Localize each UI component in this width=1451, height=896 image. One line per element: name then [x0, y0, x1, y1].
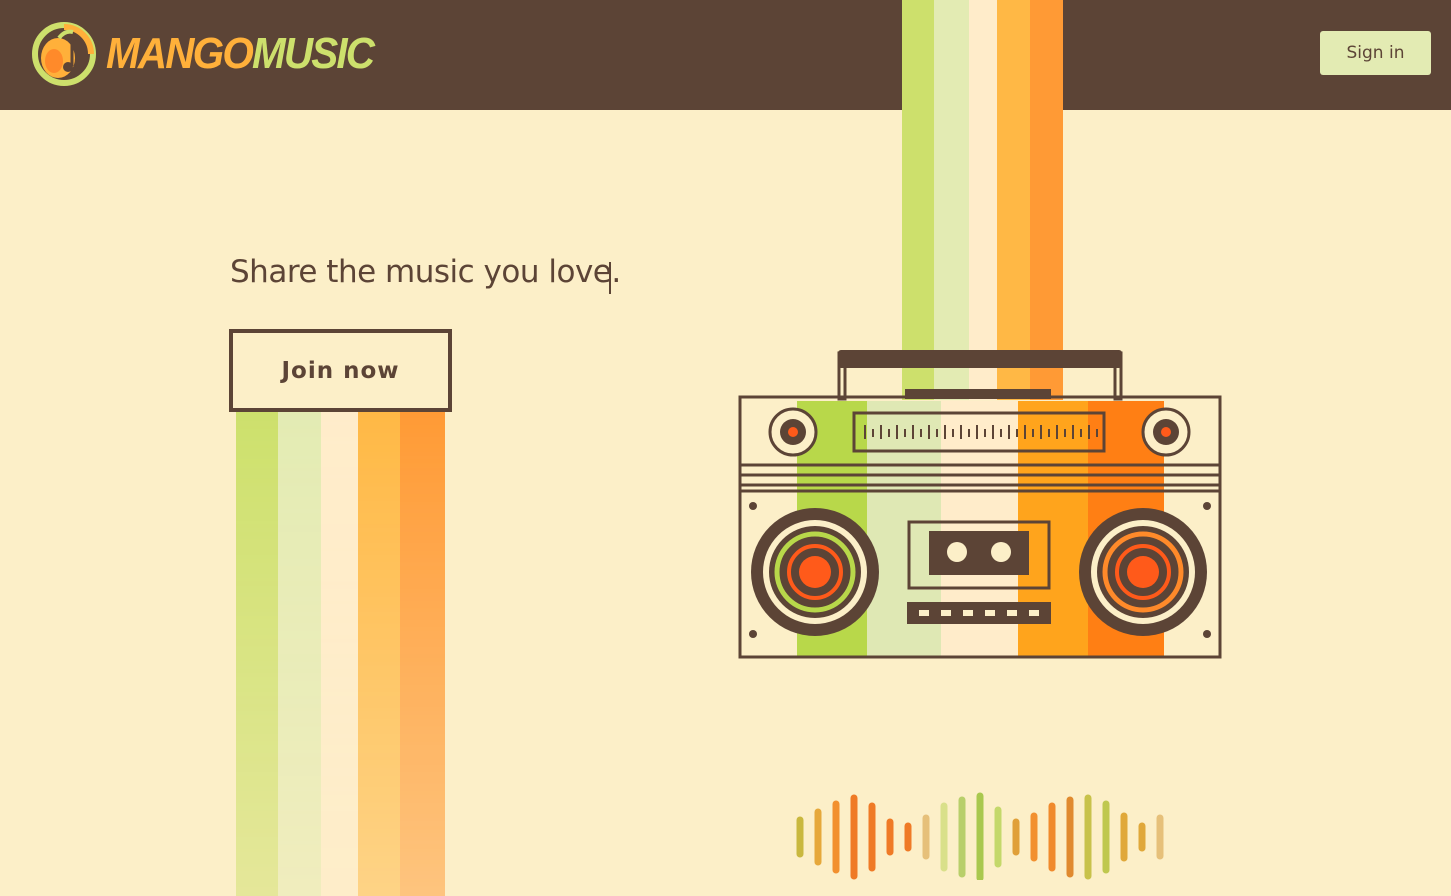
- brand-mango: MANGO: [106, 29, 254, 78]
- mango-music-note-icon: [32, 22, 96, 86]
- boombox-icon: [738, 350, 1222, 659]
- hero-tagline: Share the music you love.: [230, 254, 621, 290]
- decorative-stripes-left: [236, 412, 445, 896]
- brand-wordmark: MANGOMUSIC: [106, 29, 375, 78]
- decorative-stripes-top: [902, 0, 1063, 400]
- brand-music: MUSIC: [251, 29, 375, 78]
- soundwave-icon: [796, 792, 1164, 880]
- join-now-button[interactable]: Join now: [229, 329, 452, 412]
- text-cursor: [609, 262, 611, 294]
- sign-in-button[interactable]: Sign in: [1320, 31, 1431, 75]
- mangomusic-logo[interactable]: MANGOMUSIC: [30, 18, 396, 90]
- top-navigation-bar: MANGOMUSIC Sign in: [0, 0, 1451, 110]
